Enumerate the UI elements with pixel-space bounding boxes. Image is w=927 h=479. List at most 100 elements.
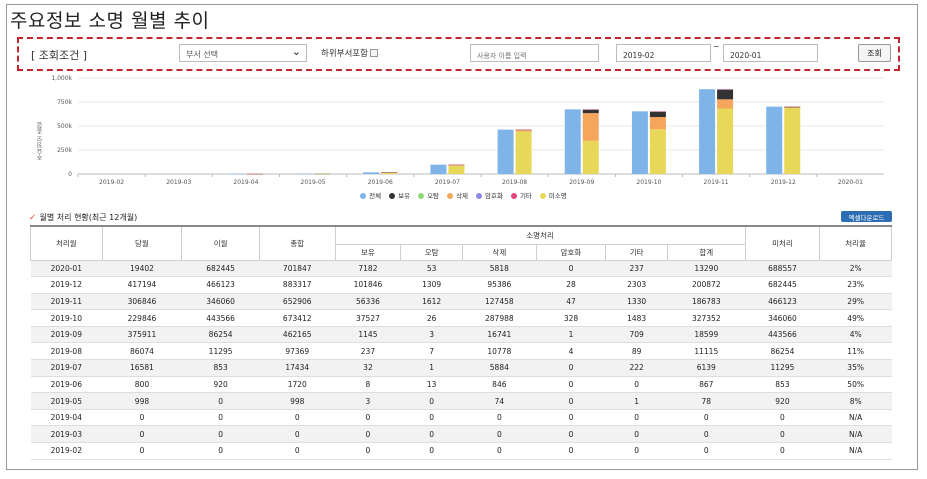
table-cell: 652906	[259, 293, 336, 311]
table-cell: 1330	[605, 293, 668, 311]
table-cell: 86074	[102, 342, 182, 361]
x-tick-label: 2019-09	[569, 179, 594, 186]
header-rate: 처리율	[819, 225, 892, 261]
table-cell: 1	[400, 359, 463, 377]
bar-보유	[649, 111, 666, 118]
table-cell: 11115	[667, 342, 746, 361]
table-cell: 287988	[462, 309, 537, 327]
table-row: 2019-03 0 0 0 0 0 0 0 0 0 0 N/A	[30, 425, 892, 444]
table-cell: 53	[400, 260, 463, 278]
x-tick-label: 2019-04	[233, 179, 258, 186]
table-cell: 0	[181, 409, 260, 427]
table-cell: 2019-10	[30, 309, 103, 327]
table-cell: 998	[259, 392, 336, 410]
table-cell: 0	[745, 409, 820, 427]
section-title: ✓ 월별 처리 현황(최근 12개월)	[29, 212, 137, 223]
table-cell: 0	[745, 442, 820, 460]
table-cell: 2019-05	[30, 392, 103, 410]
legend-item[interactable]: 기타	[510, 190, 532, 200]
table-cell: 1	[536, 326, 606, 344]
table-cell: 78	[667, 392, 746, 410]
table-cell: 466123	[745, 293, 820, 311]
table-cell: 0	[462, 442, 537, 460]
bar-삭제	[649, 117, 666, 130]
table-cell: 222	[605, 359, 668, 377]
legend-label: 삭제	[456, 192, 468, 200]
table-cell: 7	[400, 342, 463, 361]
legend-label: 오탐	[427, 192, 440, 200]
table-cell: 4%	[819, 326, 892, 344]
bar-미소명	[582, 140, 599, 174]
table-cell: 0	[181, 425, 260, 444]
table-cell: 883317	[259, 276, 336, 294]
table-cell: 5818	[462, 260, 537, 278]
sub-dept-option[interactable]: 하위부서포함	[321, 47, 378, 59]
dept-select[interactable]: 부서 선택 ⌄	[179, 44, 307, 62]
table-cell: 462165	[259, 326, 336, 344]
table-cell: 682445	[181, 260, 260, 278]
table-cell: 4	[536, 342, 606, 361]
bar-total	[228, 173, 245, 175]
legend-item[interactable]: 오탐	[418, 190, 439, 200]
header-group: 소명처리	[334, 225, 746, 245]
legend-item[interactable]: 미소명	[539, 190, 567, 200]
table-cell: 37527	[335, 309, 401, 327]
chevron-down-icon: ⌄	[291, 45, 301, 58]
table-cell: 0	[745, 425, 820, 444]
table-cell: 23%	[819, 276, 892, 294]
legend-label: 암호화	[485, 192, 503, 200]
legend-item[interactable]: 암호화	[476, 190, 503, 200]
table-cell: 1720	[259, 376, 336, 394]
table-cell: 26	[400, 309, 463, 327]
legend-dot-icon	[360, 193, 367, 199]
table-cell: 709	[605, 326, 668, 344]
monthly-chart: 0 250k 500k 750k 1,000k 2019-02 2019-03 2019-04…	[51, 75, 884, 186]
table-cell: 1483	[605, 309, 668, 327]
sub-dept-checkbox[interactable]	[369, 49, 378, 57]
date-from-input[interactable]	[616, 44, 711, 62]
legend-item[interactable]: 삭제	[447, 190, 468, 200]
date-to-input[interactable]	[723, 44, 818, 62]
y-tick-label: 500k	[57, 123, 72, 130]
header-sub-2: 삭제	[462, 243, 537, 261]
search-button[interactable]: 조회	[858, 44, 891, 62]
bar-total	[296, 173, 313, 175]
table-cell: 1309	[400, 276, 463, 294]
y-tick-label: 750k	[57, 99, 72, 106]
table-cell: 998	[102, 392, 182, 410]
chart-legend: 전체 보유 오탐 삭제 암호화 기타 미소명	[0, 190, 927, 200]
x-tick-label: 2019-07	[435, 179, 460, 186]
table-cell: 5884	[462, 359, 537, 377]
table-cell: 0	[536, 425, 606, 444]
table-cell: 0	[605, 442, 668, 460]
table-cell: 0	[667, 425, 746, 444]
table-cell: 17434	[259, 359, 336, 377]
legend-item[interactable]: 보유	[389, 190, 410, 200]
legend-item[interactable]: 전체	[360, 190, 381, 200]
table-cell: 328	[536, 309, 606, 327]
table-cell: 237	[335, 342, 401, 361]
bar-미소명	[515, 131, 532, 174]
bar-삭제	[784, 107, 801, 108]
bar-삭제	[582, 113, 599, 141]
table-cell: 8	[335, 376, 401, 394]
table-row: 2019-04 0 0 0 0 0 0 0 0 0 0 N/A	[30, 409, 892, 427]
user-name-input[interactable]	[470, 44, 599, 62]
bar-미소명	[381, 172, 398, 174]
bar-total	[430, 164, 447, 174]
table-cell: 10778	[462, 342, 537, 361]
table-cell: 19402	[102, 260, 182, 278]
table-cell: 35%	[819, 359, 892, 377]
table-cell: 0	[462, 409, 537, 427]
legend-label: 보유	[398, 192, 411, 200]
table-cell: 0	[102, 425, 182, 444]
bar-미소명	[717, 108, 734, 174]
excel-download-button[interactable]: 엑셀다운로드	[841, 211, 892, 222]
table-cell: 13290	[667, 260, 746, 278]
table-cell: 346060	[181, 293, 260, 311]
table-cell: 2019-02	[30, 442, 103, 460]
bar-보유	[582, 109, 599, 114]
table-cell: 0	[536, 442, 606, 460]
header-sub-5: 합계	[666, 243, 746, 261]
table-cell: 1145	[335, 326, 401, 344]
